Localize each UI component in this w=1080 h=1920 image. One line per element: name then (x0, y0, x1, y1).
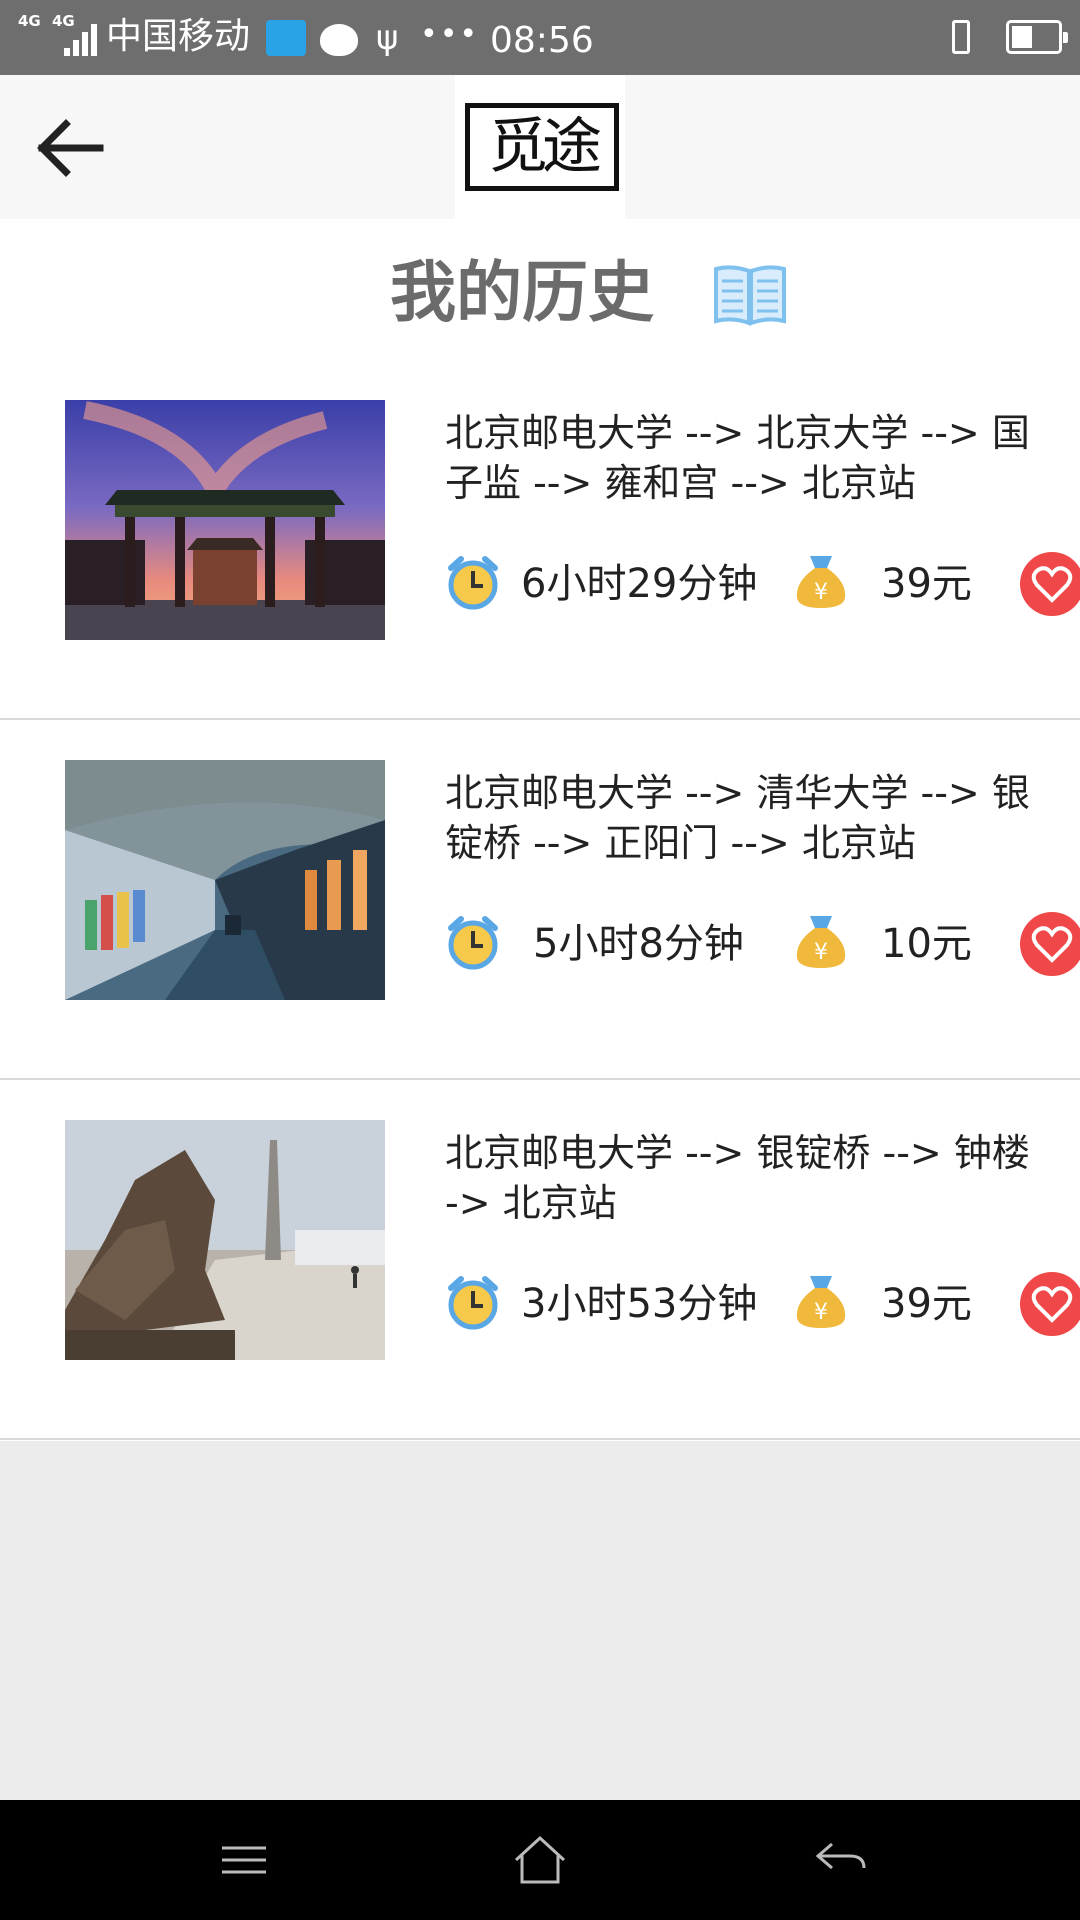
system-nav-bar (0, 1800, 1080, 1920)
alarm-clock-icon (448, 1276, 498, 1330)
alarm-clock-icon (448, 556, 498, 610)
svg-text:¥: ¥ (814, 940, 828, 965)
route-price: 39元 (881, 561, 972, 607)
route-price: 39元 (881, 1281, 972, 1327)
logo-text: 觅途 (488, 112, 602, 182)
heart-icon (1031, 926, 1073, 963)
svg-text:¥: ¥ (814, 1300, 828, 1325)
route-meta: 3小时53分钟 ¥ 39元 (445, 1272, 1080, 1336)
arrow-left-icon (37, 119, 104, 177)
home-icon (514, 1835, 566, 1884)
battery-icon (1006, 20, 1068, 54)
clock: 08:56 (490, 20, 594, 61)
route-duration: 5小时8分钟 (533, 921, 744, 967)
route-photo-gate (65, 400, 385, 640)
more-dots-icon: ••• (420, 17, 480, 52)
home-button[interactable] (510, 1830, 570, 1890)
app-header: 觅途 (0, 75, 1080, 219)
route-meta: 5小时8分钟 ¥ 10元 (445, 912, 1080, 976)
heart-icon (1031, 1286, 1073, 1323)
route-stops: 北京邮电大学 --> 北京大学 --> 国 子监 --> 雍和宫 --> 北京站 (445, 411, 1030, 505)
status-bar: 4G 4G 中国移动 ψ ••• 08:56 (0, 0, 1080, 75)
favorite-button[interactable] (1020, 1272, 1080, 1336)
logo: 觅途 (455, 75, 625, 219)
menu-button[interactable] (214, 1830, 274, 1890)
alarm-clock-icon (448, 916, 498, 970)
open-book-icon (714, 265, 786, 326)
usb-icon: ψ (376, 18, 399, 58)
route-photo-museum (65, 760, 385, 1000)
back-nav-button[interactable] (810, 1830, 870, 1890)
vibrate-icon (940, 18, 980, 58)
money-bag-icon: ¥ (796, 556, 846, 608)
menu-icon (222, 1846, 266, 1874)
route-duration: 6小时29分钟 (521, 561, 758, 607)
money-bag-icon: ¥ (796, 916, 846, 968)
route-stops: 北京邮电大学 --> 银锭桥 --> 钟楼 -> 北京站 (445, 1131, 1030, 1225)
network-type-1: 4G (18, 12, 41, 30)
back-icon (815, 1842, 866, 1870)
route-stops: 北京邮电大学 --> 清华大学 --> 银 锭桥 --> 正阳门 --> 北京站 (445, 771, 1030, 865)
route-item[interactable]: 北京邮电大学 --> 银锭桥 --> 钟楼 -> 北京站 3小时53分钟 ¥ 3… (0, 1080, 1080, 1440)
route-duration: 3小时53分钟 (521, 1281, 758, 1327)
route-item[interactable]: 北京邮电大学 --> 北京大学 --> 国 子监 --> 雍和宫 --> 北京站… (0, 360, 1080, 720)
favorite-button[interactable] (1020, 912, 1080, 976)
route-price: 10元 (881, 921, 972, 967)
route-photo-statue (65, 1120, 385, 1360)
signal-icon (64, 22, 104, 56)
cat-icon (320, 24, 358, 56)
carrier-name: 中国移动 (106, 16, 251, 57)
page-title: 我的历史 (390, 254, 654, 331)
history-content: 我的历史 北京邮电大学 --> 北京大学 --> 国 子监 --> 雍和宫 --… (0, 219, 1080, 1441)
favorite-button[interactable] (1020, 552, 1080, 616)
route-item[interactable]: 北京邮电大学 --> 清华大学 --> 银 锭桥 --> 正阳门 --> 北京站… (0, 720, 1080, 1080)
money-bag-icon: ¥ (796, 1276, 846, 1328)
back-button[interactable] (30, 115, 110, 181)
route-meta: 6小时29分钟 ¥ 39元 (445, 552, 1080, 616)
logo-mark: 觅途 (465, 103, 619, 191)
svg-text:¥: ¥ (814, 580, 828, 605)
weather-icon (266, 20, 306, 56)
heart-icon (1031, 566, 1073, 603)
